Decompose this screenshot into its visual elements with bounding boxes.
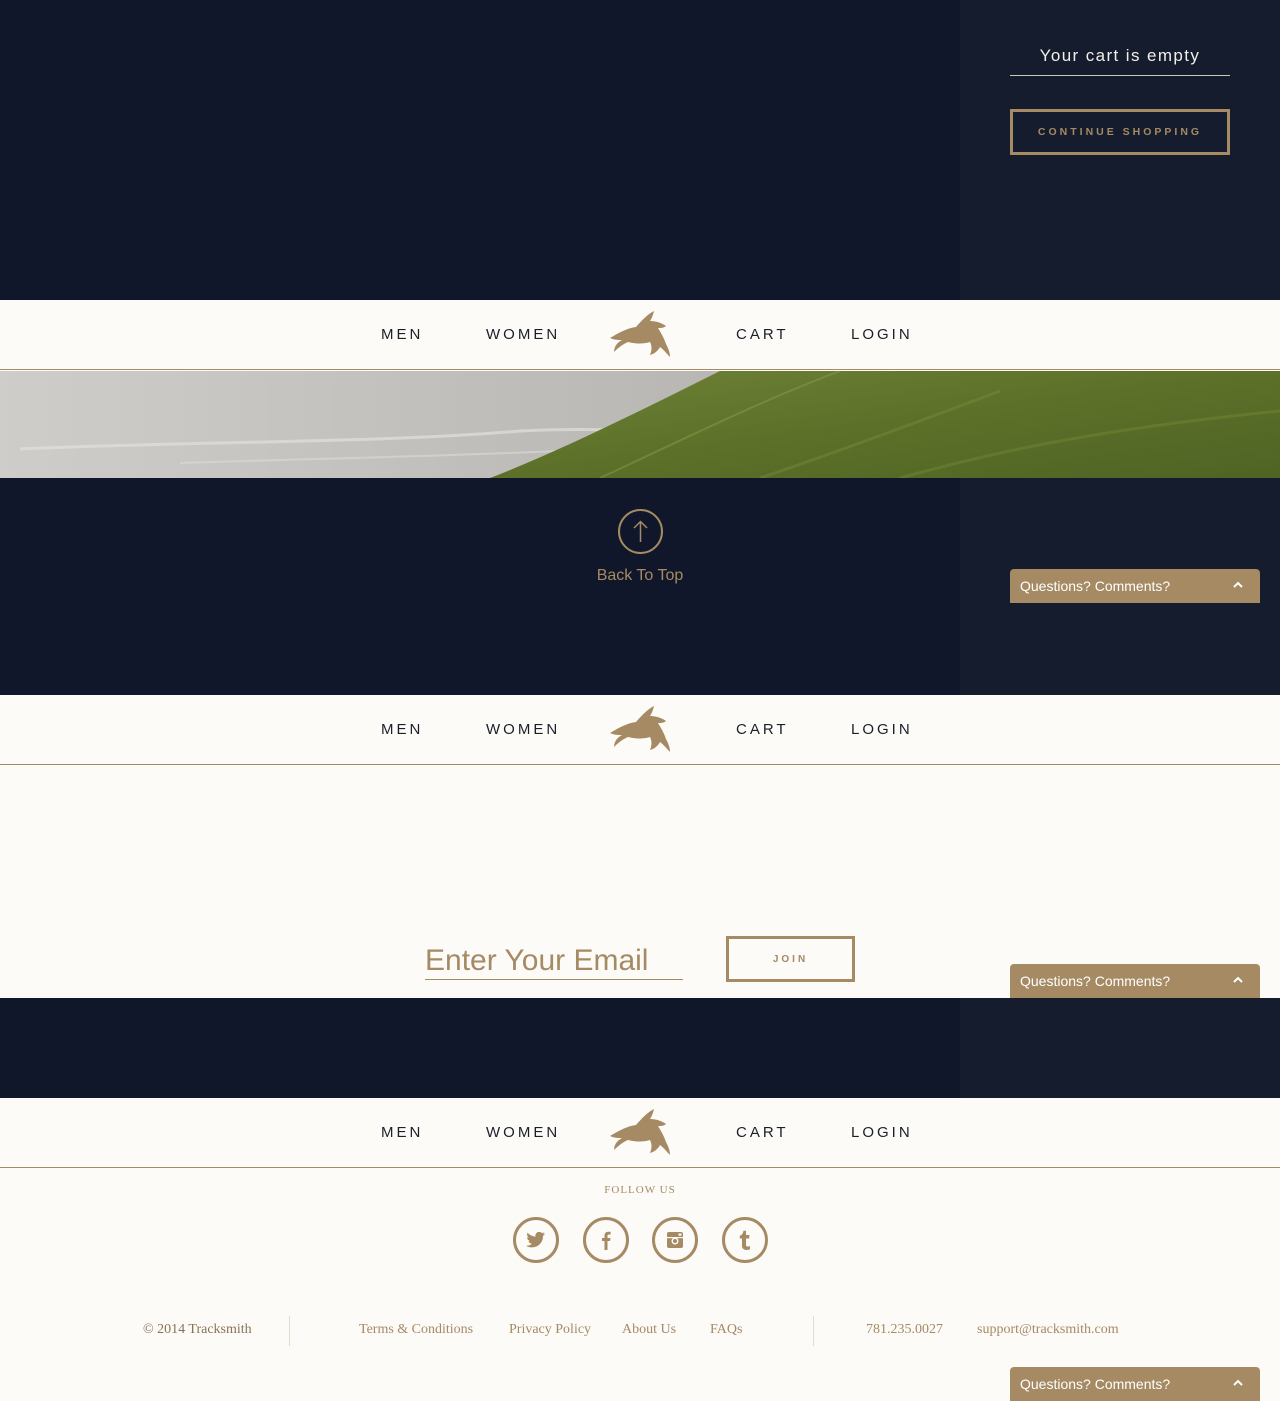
twitter-button[interactable] bbox=[513, 1217, 559, 1263]
hare-logo-icon[interactable] bbox=[606, 703, 674, 757]
nav-women[interactable]: WOMEN bbox=[486, 326, 560, 343]
privacy-link[interactable]: Privacy Policy bbox=[509, 1322, 591, 1338]
nav-login[interactable]: LOGIN bbox=[851, 326, 913, 343]
nav-men[interactable]: MEN bbox=[381, 326, 423, 343]
instagram-button[interactable] bbox=[652, 1217, 698, 1263]
newsletter-email-input[interactable] bbox=[425, 943, 683, 980]
arrow-up-icon bbox=[633, 520, 648, 542]
questions-widget-2[interactable]: Questions? Comments? bbox=[1010, 964, 1260, 998]
footer-divider bbox=[813, 1316, 814, 1346]
nav-women[interactable]: WOMEN bbox=[486, 1124, 560, 1141]
terms-link[interactable]: Terms & Conditions bbox=[359, 1322, 473, 1338]
instagram-icon bbox=[667, 1232, 683, 1248]
questions-label: Questions? Comments? bbox=[1020, 973, 1171, 989]
questions-widget-3[interactable]: Questions? Comments? bbox=[1010, 1367, 1260, 1401]
support-email-link[interactable]: support@tracksmith.com bbox=[977, 1322, 1119, 1338]
section-sidebar bbox=[960, 998, 1280, 1098]
back-to-top-label[interactable]: Back To Top bbox=[560, 567, 720, 585]
footer-divider bbox=[289, 1316, 290, 1346]
nav-cart[interactable]: CART bbox=[736, 1124, 789, 1141]
copyright-text: © 2014 Tracksmith bbox=[143, 1322, 252, 1337]
footer-nav: MEN WOMEN CART LOGIN bbox=[0, 1098, 1280, 1168]
twitter-icon bbox=[526, 1231, 545, 1248]
nav-women[interactable]: WOMEN bbox=[486, 721, 560, 738]
about-link[interactable]: About Us bbox=[622, 1322, 676, 1338]
chevron-up-icon bbox=[1233, 1379, 1243, 1386]
chevron-up-icon bbox=[1233, 976, 1243, 983]
dark-band bbox=[0, 998, 1280, 1098]
questions-label: Questions? Comments? bbox=[1020, 1376, 1171, 1392]
facebook-button[interactable] bbox=[583, 1217, 629, 1263]
nav-cart[interactable]: CART bbox=[736, 721, 789, 738]
cart-empty-message: Your cart is empty bbox=[1010, 46, 1230, 76]
facebook-icon bbox=[602, 1231, 611, 1250]
continue-shopping-button[interactable]: CONTINUE SHOPPING bbox=[1010, 109, 1230, 155]
nav-men[interactable]: MEN bbox=[381, 1124, 423, 1141]
nav-login[interactable]: LOGIN bbox=[851, 1124, 913, 1141]
nav-cart[interactable]: CART bbox=[736, 326, 789, 343]
tumblr-icon bbox=[739, 1230, 750, 1250]
faqs-link[interactable]: FAQs bbox=[710, 1322, 742, 1338]
sticky-nav: MEN WOMEN CART LOGIN bbox=[0, 695, 1280, 765]
hero-landscape-image bbox=[0, 371, 1280, 478]
nav-men[interactable]: MEN bbox=[381, 721, 423, 738]
nav-login[interactable]: LOGIN bbox=[851, 721, 913, 738]
questions-label: Questions? Comments? bbox=[1020, 578, 1171, 594]
hare-logo-icon[interactable] bbox=[606, 308, 674, 362]
main-nav: MEN WOMEN CART LOGIN bbox=[0, 300, 1280, 370]
phone-link[interactable]: 781.235.0027 bbox=[866, 1322, 943, 1338]
chevron-up-icon bbox=[1233, 581, 1243, 588]
join-button[interactable]: JOIN bbox=[726, 936, 855, 982]
follow-us-heading: FOLLOW US bbox=[604, 1184, 676, 1196]
hare-logo-icon[interactable] bbox=[606, 1106, 674, 1160]
questions-widget-1[interactable]: Questions? Comments? bbox=[1010, 569, 1260, 603]
tumblr-button[interactable] bbox=[722, 1217, 768, 1263]
back-to-top-button[interactable] bbox=[618, 509, 663, 554]
